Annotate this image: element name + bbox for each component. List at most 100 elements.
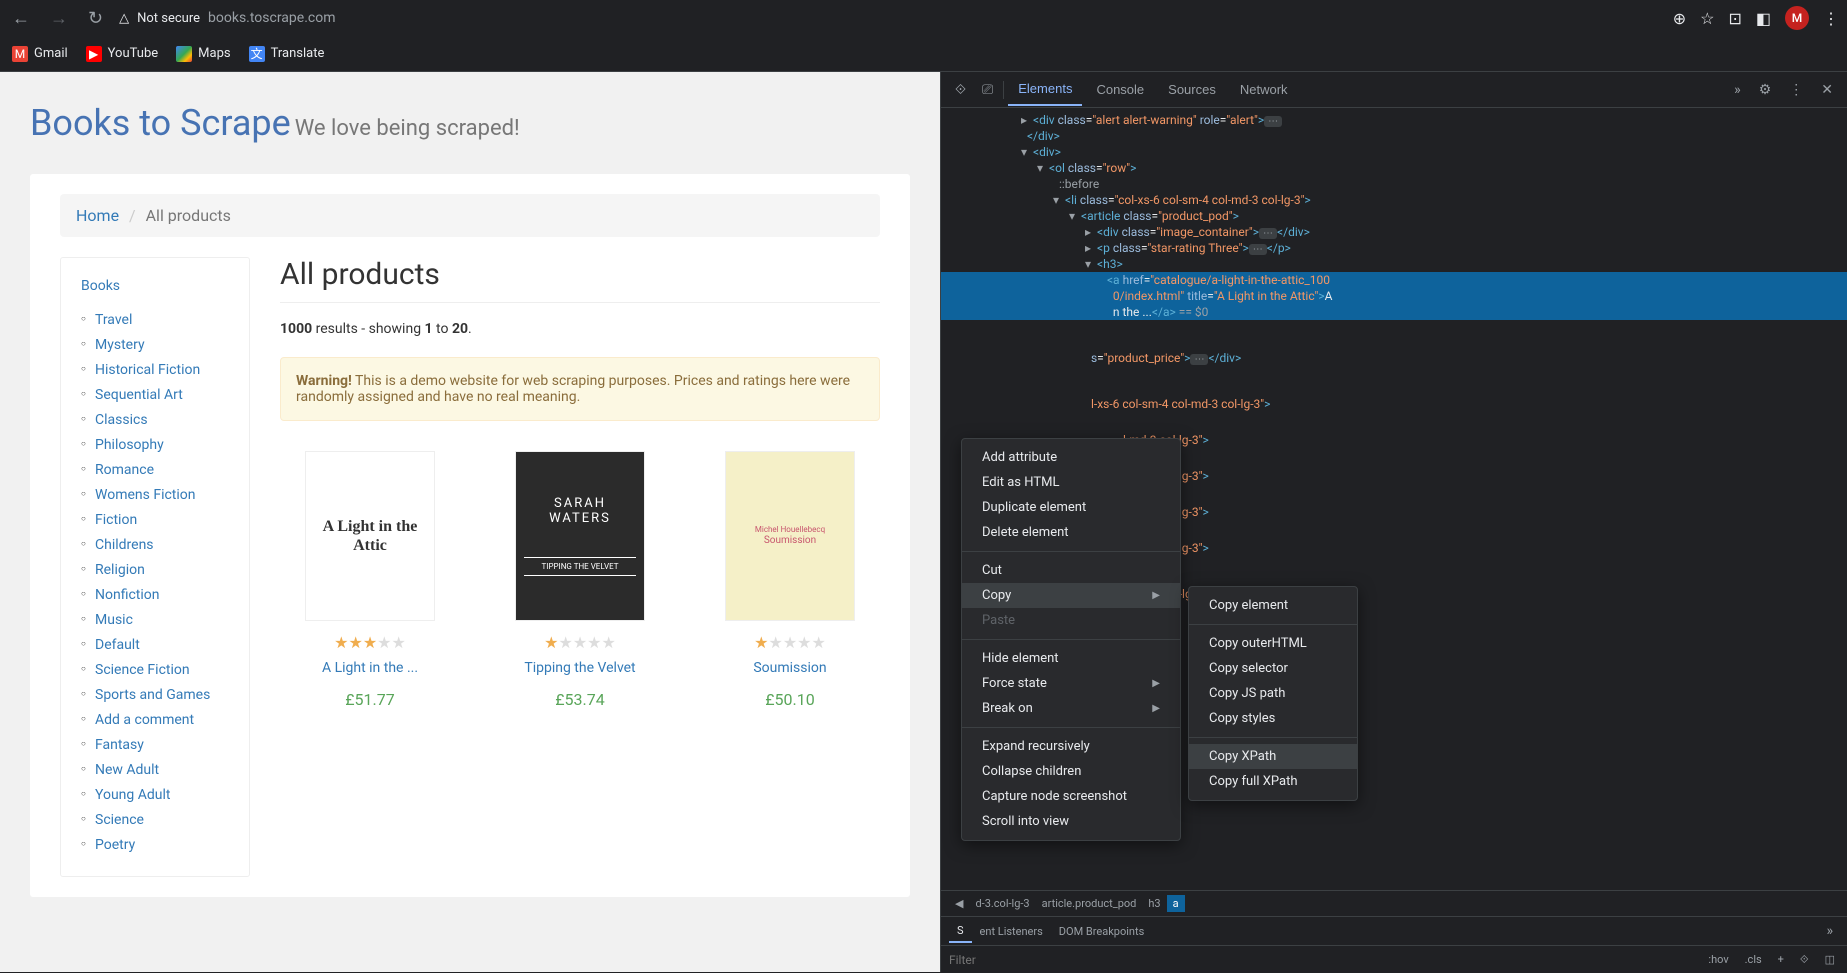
category-item[interactable]: Mystery	[95, 331, 229, 356]
product-image[interactable]: A Light in the Attic	[305, 451, 435, 621]
category-item[interactable]: Add a comment	[95, 706, 229, 731]
device-toggle-icon[interactable]: ⎚	[976, 76, 999, 104]
devtools-menu-icon[interactable]: ⋮	[1783, 76, 1809, 104]
category-item[interactable]: Sports and Games	[95, 681, 229, 706]
context-menu-copy[interactable]: Copy elementCopy outerHTMLCopy selectorC…	[1188, 586, 1358, 801]
breakpoints-tab[interactable]: DOM Breakpoints	[1051, 921, 1152, 942]
menu-item[interactable]: Copy selector	[1189, 656, 1357, 681]
menu-item[interactable]: Copy element	[1189, 593, 1357, 618]
tab-sources[interactable]: Sources	[1158, 74, 1226, 105]
dom-tree[interactable]: ▸<div class="alert alert-warning" role="…	[941, 108, 1847, 890]
panel-icon[interactable]: ◫	[1821, 951, 1839, 968]
menu-item[interactable]: Collapse children	[962, 759, 1180, 784]
category-item[interactable]: Religion	[95, 556, 229, 581]
address-bar[interactable]: △ Not secure books.toscrape.com	[119, 10, 335, 26]
extensions-icon[interactable]: ⊡	[1728, 9, 1741, 28]
dom-node[interactable]: ▾<h3>	[941, 256, 1847, 272]
dom-node-selected[interactable]: ⋯ <a href="catalogue/a-light-in-the-atti…	[941, 272, 1847, 288]
bc-item[interactable]: article.product_pod	[1036, 895, 1143, 912]
menu-item[interactable]: Copy▶	[962, 583, 1180, 608]
more-tabs-icon[interactable]: »	[1728, 76, 1747, 104]
category-item[interactable]: Philosophy	[95, 431, 229, 456]
category-item[interactable]: Fantasy	[95, 731, 229, 756]
menu-item[interactable]: Copy JS path	[1189, 681, 1357, 706]
dom-node[interactable]: ::before	[941, 176, 1847, 192]
category-item[interactable]: New Adult	[95, 756, 229, 781]
category-item[interactable]: Travel	[95, 306, 229, 331]
product-card[interactable]: A Light in the Attic★★★★★A Light in the …	[280, 451, 460, 709]
dom-node[interactable]: ▾<article class="product_pod">	[941, 208, 1847, 224]
side-panel-icon[interactable]: ◧	[1756, 9, 1771, 28]
breadcrumb-scroll-left[interactable]: ◀	[949, 897, 969, 910]
dom-node[interactable]: ▾<div>	[941, 144, 1847, 160]
dom-node[interactable]: ▸<div class="alert alert-warning" role="…	[941, 112, 1847, 128]
dom-node[interactable]: s="product_price">⋯</div>	[941, 350, 1847, 366]
dom-breadcrumb[interactable]: ◀ d-3.col-lg-3 article.product_pod h3 a	[941, 890, 1847, 916]
back-button[interactable]: ←	[8, 4, 34, 33]
dom-node[interactable]: ▾<li class="col-xs-6 col-sm-4 col-md-3 c…	[941, 192, 1847, 208]
category-item[interactable]: Default	[95, 631, 229, 656]
category-item[interactable]: Fiction	[95, 506, 229, 531]
zoom-icon[interactable]: ⊕	[1673, 9, 1686, 28]
profile-avatar[interactable]: M	[1785, 6, 1809, 30]
menu-icon[interactable]: ⋮	[1823, 9, 1839, 28]
breadcrumb-home[interactable]: Home	[76, 206, 119, 225]
menu-item[interactable]: Break on▶	[962, 696, 1180, 721]
product-title[interactable]: Tipping the Velvet	[490, 660, 670, 676]
menu-item[interactable]: Scroll into view	[962, 809, 1180, 834]
product-card[interactable]: SARAH WATERSTIPPING THE VELVET★★★★★Tippi…	[490, 451, 670, 709]
bookmark-translate[interactable]: 文Translate	[249, 46, 325, 62]
menu-item[interactable]: Expand recursively	[962, 734, 1180, 759]
category-item[interactable]: Childrens	[95, 531, 229, 556]
bc-item-active[interactable]: a	[1167, 895, 1185, 912]
menu-item[interactable]: Capture node screenshot	[962, 784, 1180, 809]
inspect-icon[interactable]: ⟐	[949, 76, 972, 104]
menu-item[interactable]: Hide element	[962, 646, 1180, 671]
category-item[interactable]: Science Fiction	[95, 656, 229, 681]
listeners-tab[interactable]: ent Listeners	[972, 921, 1051, 942]
forward-button[interactable]: →	[46, 4, 72, 33]
category-item[interactable]: Young Adult	[95, 781, 229, 806]
menu-item[interactable]: Add attribute	[962, 445, 1180, 470]
category-item[interactable]: Music	[95, 606, 229, 631]
hov-button[interactable]: :hov	[1704, 951, 1732, 968]
context-menu-main[interactable]: Add attributeEdit as HTMLDuplicate eleme…	[961, 438, 1181, 841]
menu-item[interactable]: Copy XPath	[1189, 744, 1357, 769]
sidebar-title[interactable]: Books	[81, 278, 229, 294]
menu-item[interactable]: Duplicate element	[962, 495, 1180, 520]
computed-icon[interactable]: ⟐	[1796, 951, 1813, 969]
bc-item[interactable]: d-3.col-lg-3	[969, 895, 1035, 912]
menu-item[interactable]: Paste	[962, 608, 1180, 633]
category-item[interactable]: Poetry	[95, 831, 229, 856]
dom-node-selected[interactable]: n the ...</a> == $0	[941, 304, 1847, 320]
tab-elements[interactable]: Elements	[1008, 73, 1082, 106]
category-item[interactable]: Romance	[95, 456, 229, 481]
styles-filter-input[interactable]	[949, 953, 1696, 967]
bookmark-youtube[interactable]: ▶YouTube	[86, 46, 159, 62]
dom-node[interactable]: ▾<ol class="row">	[941, 160, 1847, 176]
reload-button[interactable]: ↻	[84, 4, 107, 33]
menu-item[interactable]: Edit as HTML	[962, 470, 1180, 495]
category-item[interactable]: Womens Fiction	[95, 481, 229, 506]
menu-item[interactable]: Cut	[962, 558, 1180, 583]
category-item[interactable]: Nonfiction	[95, 581, 229, 606]
dom-node[interactable]: l-xs-6 col-sm-4 col-md-3 col-lg-3">	[941, 396, 1847, 412]
product-image[interactable]: SARAH WATERSTIPPING THE VELVET	[515, 451, 645, 621]
close-devtools-icon[interactable]: ✕	[1815, 76, 1839, 104]
category-item[interactable]: Sequential Art	[95, 381, 229, 406]
site-title[interactable]: Books to Scrape	[30, 102, 291, 144]
settings-icon[interactable]: ⚙	[1753, 76, 1778, 104]
page-viewport[interactable]: Books to Scrape We love being scraped! H…	[0, 72, 940, 972]
dom-node[interactable]: ▸<div class="image_container">⋯</div>	[941, 224, 1847, 240]
styles-tab[interactable]: S	[949, 920, 972, 943]
menu-item[interactable]: Copy full XPath	[1189, 769, 1357, 794]
dom-node[interactable]: ▸<p class="star-rating Three">⋯</p>	[941, 240, 1847, 256]
product-image[interactable]: Michel HouellebecqSoumission	[725, 451, 855, 621]
bookmark-star-icon[interactable]: ☆	[1700, 9, 1714, 28]
menu-item[interactable]: Force state▶	[962, 671, 1180, 696]
product-card[interactable]: Michel HouellebecqSoumission★★★★★Soumiss…	[700, 451, 880, 709]
tab-console[interactable]: Console	[1086, 74, 1154, 105]
product-title[interactable]: A Light in the ...	[280, 660, 460, 676]
new-style-button[interactable]: +	[1774, 951, 1788, 968]
dom-node-selected[interactable]: 0/index.html" title="A Light in the Atti…	[941, 288, 1847, 304]
